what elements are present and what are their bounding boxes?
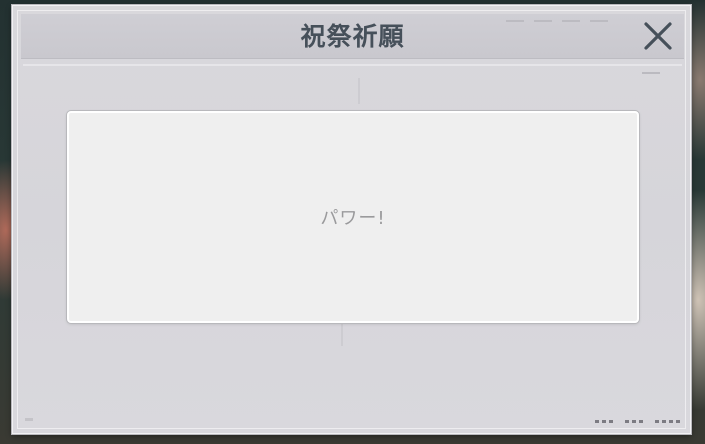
- footer-decoration-left: [25, 418, 33, 421]
- dialog-title: 祝祭祈願: [300, 22, 405, 51]
- guide-line-bottom: [341, 324, 343, 346]
- message-text: パワー!: [320, 208, 386, 229]
- message-box: パワー!: [67, 111, 639, 323]
- header-divider: [23, 64, 682, 66]
- close-button[interactable]: [640, 18, 676, 54]
- dialog-panel: 祝祭祈願 パワー!: [12, 5, 691, 434]
- header-decoration: [506, 20, 608, 22]
- corner-decoration: [642, 72, 660, 74]
- footer-decoration-right: [595, 420, 680, 423]
- guide-line-top: [358, 78, 360, 104]
- close-icon: [644, 22, 672, 50]
